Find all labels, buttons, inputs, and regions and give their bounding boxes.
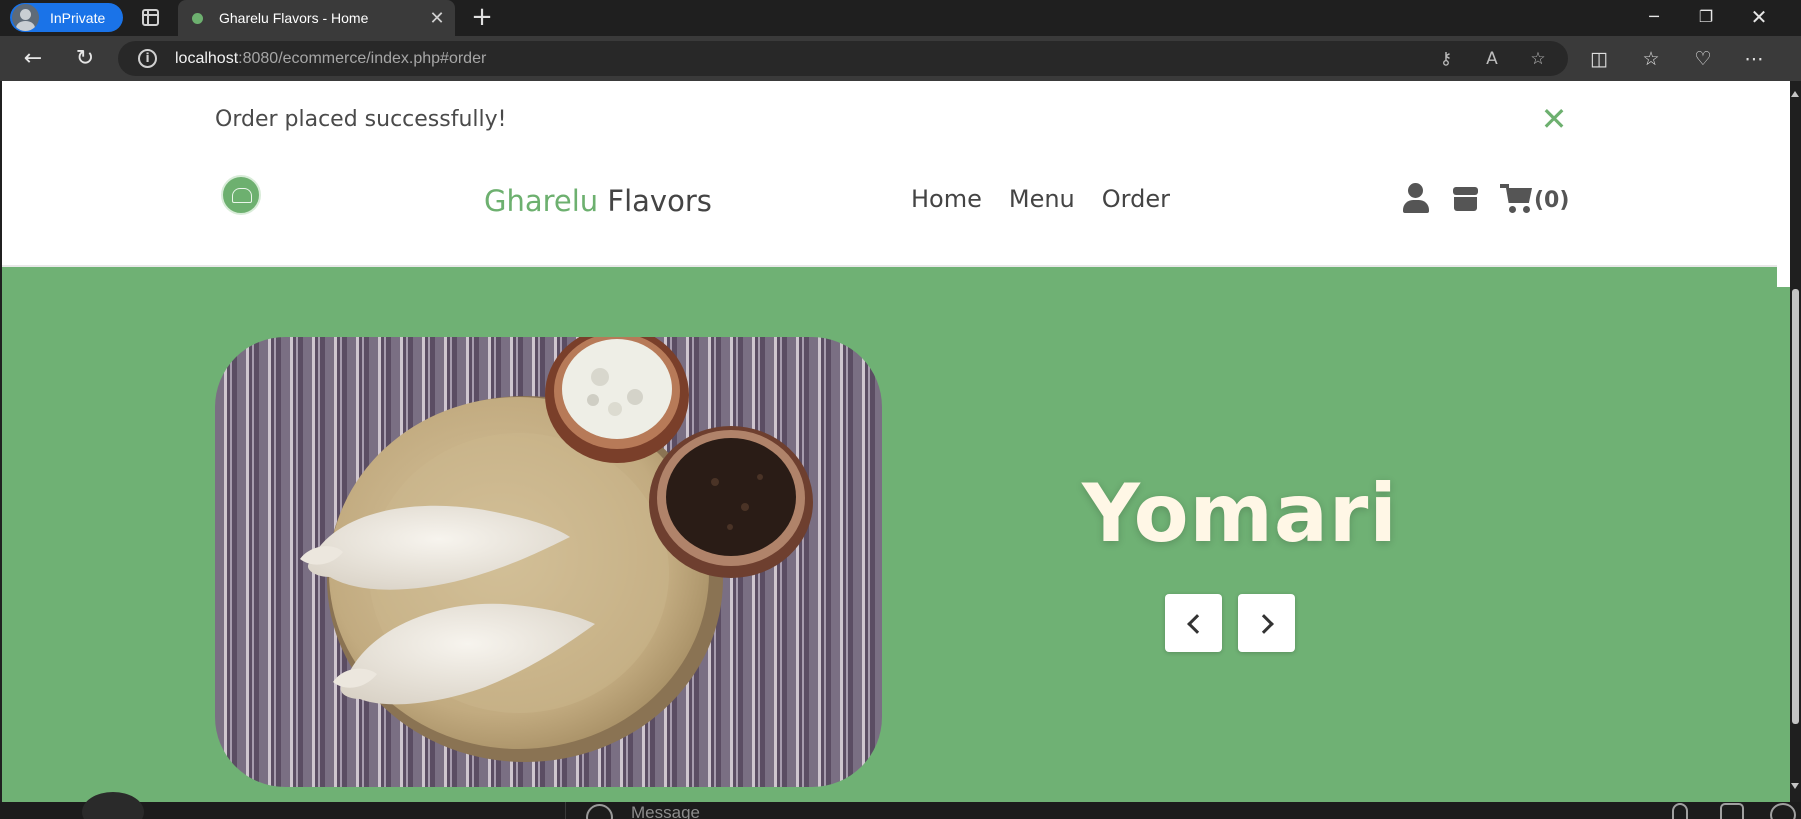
background-divider [565,802,566,819]
browser-essentials-icon[interactable]: ♡ [1689,46,1717,72]
emoji-icon[interactable] [586,804,613,819]
restore-icon[interactable]: ❐ [1680,0,1732,34]
favorite-star-icon[interactable]: ☆ [1526,47,1550,71]
page-scrollbar[interactable] [1790,81,1801,802]
hero-food-image [215,337,882,787]
nav-link-home[interactable]: Home [911,185,982,213]
nav-link-order[interactable]: Order [1102,185,1170,213]
read-aloud-icon[interactable]: A [1480,47,1504,71]
page-edge-strip [1777,81,1790,802]
inprivate-profile-button[interactable]: InPrivate [10,3,123,32]
scroll-up-icon[interactable] [1791,91,1799,97]
window-close-icon[interactable]: ✕ [1733,0,1785,34]
site-logo-icon[interactable] [221,175,261,215]
tab-favicon-icon [192,12,203,24]
cart-count: (0) [1534,187,1570,213]
cart-button[interactable]: (0) [1500,181,1569,215]
minimize-icon[interactable]: ─ [1628,0,1680,34]
microphone-icon[interactable] [1672,803,1688,819]
site-info-icon[interactable]: i [138,49,157,68]
carousel-prev-button[interactable] [1165,594,1222,652]
image-attach-icon[interactable] [1720,803,1744,819]
url-path: :8080/ecommerce/index.php#order [238,50,487,67]
refresh-icon[interactable]: ↻ [68,42,102,76]
carousel-next-button[interactable] [1238,594,1295,652]
tab-title: Gharelu Flavors - Home [219,10,369,26]
orders-box-icon[interactable] [1449,181,1483,217]
url-text[interactable]: localhost:8080/ecommerce/index.php#order [175,50,486,68]
address-bar[interactable]: i localhost:8080/ecommerce/index.php#ord… [118,41,1568,76]
split-screen-icon[interactable]: ◫ [1585,46,1613,72]
alert-close-icon[interactable]: ✕ [1539,101,1569,137]
hero-title: Yomari [1082,467,1398,560]
inprivate-label: InPrivate [50,9,106,26]
hero-carousel: Yomari [2,267,1777,802]
favorites-icon[interactable]: ☆ [1637,46,1665,72]
page-viewport: Order placed successfully! ✕ Gharelu Fla… [2,81,1777,802]
more-menu-icon[interactable]: ⋯ [1740,46,1768,72]
brand-name-part2: Flavors [607,184,712,218]
browser-tab-active[interactable]: Gharelu Flavors - Home ✕ [178,0,455,36]
user-icon[interactable] [1400,181,1434,217]
back-arrow-icon[interactable]: ← [16,42,50,76]
background-app-strip: Message [0,792,1801,819]
brand-name-part1: Gharelu [484,184,599,218]
new-tab-icon[interactable]: + [467,3,497,33]
cart-icon [1500,181,1534,215]
main-nav: Home Menu Order [911,185,1170,213]
success-alert: Order placed successfully! ✕ [2,81,1777,161]
url-host: localhost [175,50,239,67]
alert-message: Order placed successfully! [215,107,507,132]
scroll-down-icon[interactable] [1791,783,1799,789]
browser-toolbar: ← ↻ i localhost:8080/ecommerce/index.php… [0,36,1801,81]
heart-icon[interactable] [1770,803,1796,819]
brand-name[interactable]: Gharelu Flavors [484,184,712,218]
tab-close-icon[interactable]: ✕ [425,8,449,29]
tab-actions-icon[interactable] [142,9,159,26]
nav-link-menu[interactable]: Menu [1009,185,1075,213]
password-key-icon[interactable]: ⚷ [1434,47,1458,71]
browser-tab-bar: InPrivate Gharelu Flavors - Home ✕ + ─ ❐… [0,0,1801,36]
scrollbar-thumb[interactable] [1792,289,1799,724]
message-placeholder[interactable]: Message [631,803,700,819]
profile-avatar-icon [12,4,39,31]
